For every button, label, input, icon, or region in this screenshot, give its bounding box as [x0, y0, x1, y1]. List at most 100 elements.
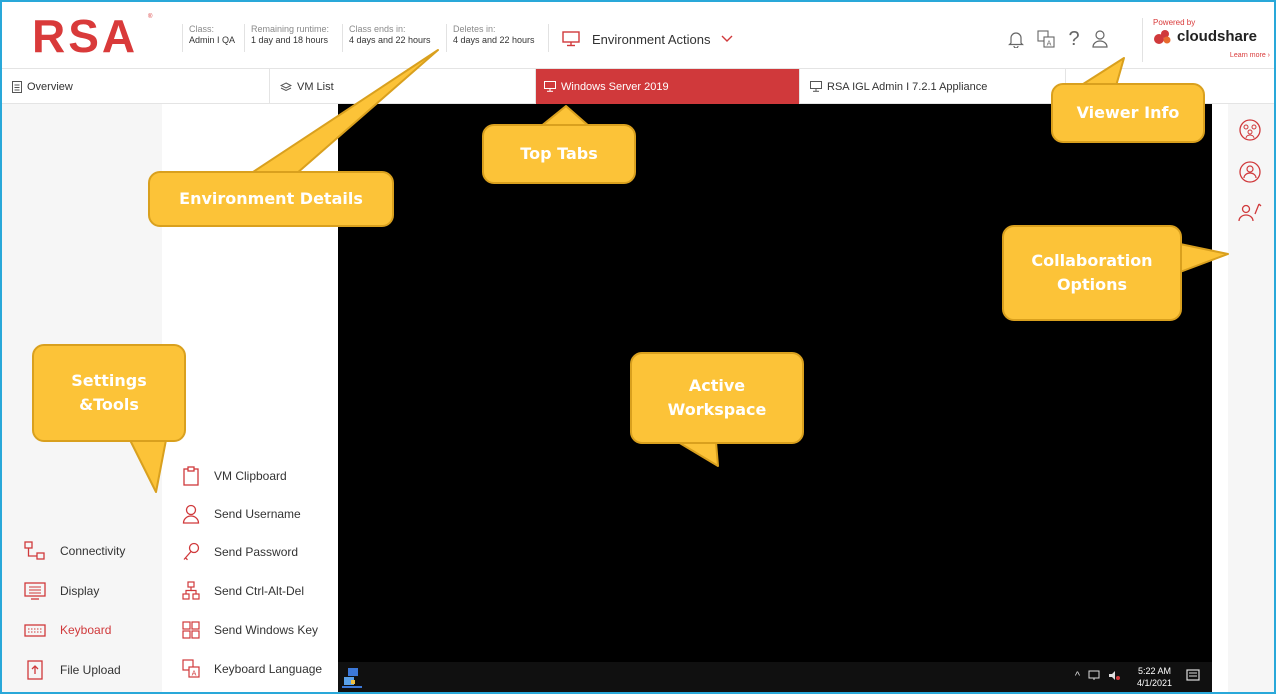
callout-workspace-line1: Active	[688, 376, 746, 395]
menu-keyboard-label: Keyboard	[60, 623, 112, 637]
submenu-send-windows-key[interactable]: Send Windows Key	[182, 619, 318, 641]
display-icon	[24, 582, 46, 600]
callout-settings-line1: Settings	[71, 371, 147, 390]
help-icon[interactable]: ?	[1064, 28, 1084, 50]
cloudshare-brand: cloudshare	[1153, 28, 1272, 45]
clock-time: 5:22 AM	[1137, 666, 1171, 676]
callout-active-workspace: Active Workspace	[630, 352, 804, 444]
submenu-send-username-label: Send Username	[214, 507, 301, 521]
class-info: Class: Admin I QA	[182, 24, 241, 52]
network-icon	[182, 581, 200, 600]
layers-icon	[280, 81, 292, 91]
volume-muted-icon	[1109, 671, 1120, 680]
learn-more-link[interactable]: Learn more ›	[1230, 52, 1270, 59]
menu-file-upload[interactable]: File Upload	[24, 659, 121, 681]
monitor-icon	[562, 31, 580, 47]
user-icon	[182, 504, 200, 524]
environment-actions-label: Environment Actions	[592, 31, 711, 47]
divider	[548, 24, 549, 52]
system-tray[interactable]: ^	[1075, 670, 1120, 682]
tab-vm-list[interactable]: VM List	[270, 69, 536, 104]
tab-rsa-appliance-label: RSA IGL Admin I 7.2.1 Appliance	[827, 80, 988, 93]
menu-connectivity-label: Connectivity	[60, 544, 126, 558]
callout-collaboration-line1: Collaboration	[1031, 251, 1153, 270]
vm-taskbar: ^ 5:22 AM 4/1/2021	[338, 662, 1212, 692]
tab-rsa-appliance[interactable]: RSA IGL Admin I 7.2.1 Appliance	[800, 69, 1066, 104]
submenu-keyboard-language[interactable]: A Keyboard Language	[182, 658, 322, 680]
key-icon	[183, 542, 200, 561]
group-collaboration-icon[interactable]	[1238, 118, 1262, 142]
callout-viewer-info: Viewer Info	[1051, 83, 1205, 143]
callout-environment-details: Environment Details	[148, 171, 394, 227]
class-ends-info: Class ends in: 4 days and 22 hours	[342, 24, 437, 52]
network-status-icon	[1088, 670, 1100, 680]
callout-top-tabs: Top Tabs	[482, 124, 636, 184]
windows-icon	[182, 621, 200, 639]
callout-collaboration-line2: Options	[1056, 275, 1128, 294]
callout-settings-line2: &Tools	[79, 395, 139, 414]
user-profile-icon[interactable]	[1090, 28, 1110, 50]
submenu-send-password-label: Send Password	[214, 545, 299, 559]
callout-collaboration-options: Collaboration Options	[1002, 225, 1182, 321]
monitor-icon	[544, 81, 556, 92]
header: RSA ® Class: Admin I QA Remaining runtim…	[2, 2, 1274, 66]
submenu-send-ctrl-alt-del[interactable]: Send Ctrl-Alt-Del	[182, 580, 304, 602]
menu-display-label: Display	[60, 584, 100, 598]
powered-by-label: Powered by	[1153, 18, 1196, 27]
remaining-runtime-label: Remaining runtime:	[251, 24, 330, 34]
tab-vm-list-label: VM List	[297, 80, 334, 93]
svg-text:A: A	[1047, 40, 1052, 48]
cloudshare-logo-icon	[1154, 29, 1171, 44]
callout-settings-tools: Settings &Tools	[32, 344, 186, 442]
tab-overview-label: Overview	[27, 80, 73, 93]
document-icon	[12, 80, 22, 93]
submenu-send-windows-key-label: Send Windows Key	[214, 623, 319, 637]
tray-expand-icon[interactable]: ^	[1075, 670, 1080, 682]
tab-overview[interactable]: Overview	[2, 69, 270, 104]
user-presence-icon[interactable]	[1238, 160, 1262, 184]
bell-icon[interactable]	[1006, 28, 1026, 50]
brand-name: cloudshare	[1177, 28, 1258, 45]
taskbar-clock[interactable]: 5:22 AM 4/1/2021	[1137, 665, 1172, 689]
language-icon: A	[182, 659, 200, 678]
notifications-icon[interactable]	[1186, 669, 1200, 688]
clock-date: 4/1/2021	[1136, 678, 1172, 688]
menu-keyboard[interactable]: Keyboard	[24, 619, 111, 641]
chevron-down-icon	[721, 35, 733, 42]
raise-hand-icon[interactable]	[1238, 200, 1262, 224]
submenu-send-username[interactable]: Send Username	[182, 503, 301, 525]
remaining-runtime-value: 1 day and 18 hours	[251, 35, 329, 45]
menu-connectivity[interactable]: Connectivity	[24, 540, 125, 562]
class-label: Class:	[189, 24, 215, 34]
monitor-icon	[810, 81, 822, 92]
deletes-in-value: 4 days and 22 hours	[453, 35, 535, 45]
submenu-vm-clipboard-label: VM Clipboard	[214, 469, 287, 483]
svg-text:A: A	[192, 670, 197, 678]
clipboard-icon	[183, 466, 199, 486]
menu-display[interactable]: Display	[24, 580, 99, 602]
keyboard-icon	[24, 624, 46, 637]
submenu-keyboard-language-label: Keyboard Language	[214, 662, 323, 676]
class-ends-label: Class ends in:	[349, 24, 406, 34]
deletes-in-info: Deletes in: 4 days and 22 hours	[446, 24, 541, 52]
file-upload-icon	[27, 660, 43, 680]
class-ends-value: 4 days and 22 hours	[349, 35, 431, 45]
translate-icon[interactable]: A	[1036, 28, 1056, 50]
server-manager-icon[interactable]	[342, 666, 368, 692]
menu-file-upload-label: File Upload	[60, 663, 121, 677]
environment-actions-dropdown[interactable]: Environment Actions	[562, 27, 745, 51]
submenu-send-ctrl-alt-del-label: Send Ctrl-Alt-Del	[214, 584, 305, 598]
submenu-send-password[interactable]: Send Password	[182, 541, 298, 563]
connectivity-icon	[24, 541, 45, 560]
submenu-vm-clipboard[interactable]: VM Clipboard	[182, 465, 287, 487]
class-value: Admin I QA	[189, 35, 236, 45]
tab-windows-server[interactable]: Windows Server 2019	[536, 69, 800, 104]
collaboration-rail	[1228, 104, 1274, 692]
deletes-in-label: Deletes in:	[453, 24, 496, 34]
rsa-logo: RSA	[32, 10, 139, 62]
callout-workspace-line2: Workspace	[667, 400, 767, 419]
powered-by-cloudshare[interactable]: Powered by cloudshare Learn more ›	[1142, 18, 1272, 62]
remaining-runtime-info: Remaining runtime: 1 day and 18 hours	[244, 24, 335, 52]
logo-trademark: ®	[148, 14, 153, 20]
tab-windows-server-label: Windows Server 2019	[561, 80, 669, 93]
